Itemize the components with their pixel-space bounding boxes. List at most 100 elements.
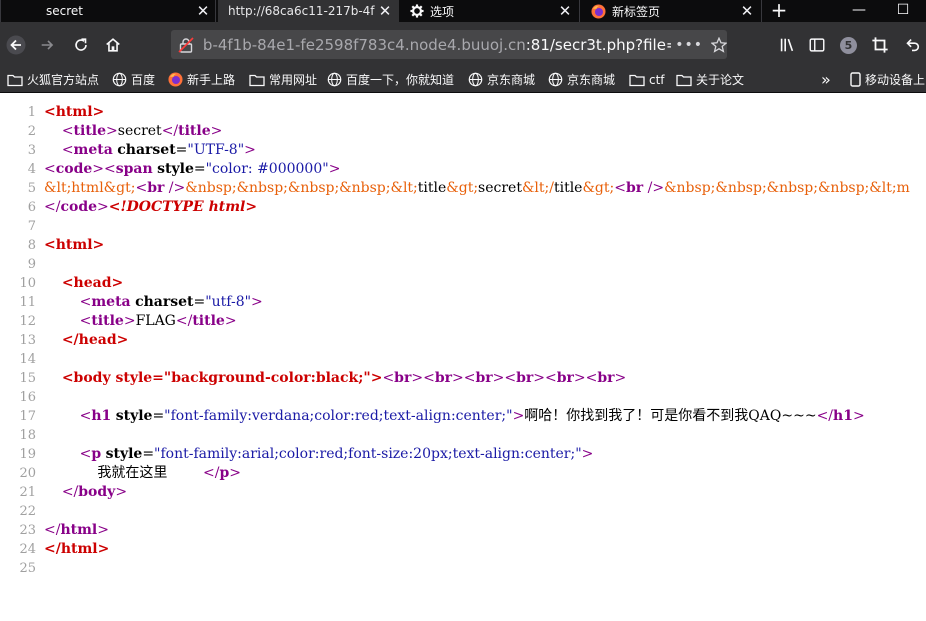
sidebar-button[interactable] [806,34,828,56]
source-line: 2 <title>secret</title> [0,122,223,141]
library-button[interactable] [776,34,798,56]
forward-arrow-icon [41,40,54,50]
source-line: 17 <h1 style="font-family:verdana;color:… [0,407,864,426]
bookmark-item[interactable]: 京东商城 [548,67,615,92]
line-number: 10 [19,276,36,291]
bookmark-item[interactable]: 常用网址 [249,67,317,92]
source-line: 18 [0,426,44,445]
line-number: 17 [19,409,36,424]
source-line: 20 我就在这里 </p> [0,464,241,483]
library-icon [780,38,794,52]
bookmarks-overflow-button[interactable]: » [821,67,831,92]
crop-screenshot-button[interactable] [869,34,891,56]
bookmarks-bar: 火狐官方站点 百度 新手上路 常用网址 百度一下，你就知道 京东商城 京东商城 ctf 关于论文… [0,67,926,93]
line-number: 5 [27,181,36,196]
page-actions-menu-icon[interactable]: ••• [675,37,703,53]
source-line: 5 &lt;html&gt;<br />&nbsp;&nbsp;&nbsp;&nb… [0,179,910,198]
globe-icon [548,72,563,87]
bookmark-item[interactable]: 新手上路 [168,67,235,92]
insecure-lock-icon[interactable] [175,36,197,53]
bookmark-label: 百度一下，你就知道 [346,73,455,87]
line-number: 15 [19,371,36,386]
line-number: 3 [27,143,36,158]
close-icon[interactable]: ✕ [739,2,755,20]
source-line: 8 <html> [0,236,105,255]
firefox-icon [168,72,183,87]
bookmark-label: 新手上路 [187,73,236,87]
source-line: 19 <p style="font-family:arial;color:red… [0,445,593,464]
home-icon [106,38,120,52]
bookmark-item[interactable]: 火狐官方站点 [7,67,99,92]
bookmark-item[interactable]: 百度一下，你就知道 [327,67,454,92]
folder-icon [7,73,23,87]
bookmark-item[interactable]: 百度 [112,67,155,92]
source-line: 13 </head> [0,331,128,350]
line-number: 4 [27,162,36,177]
line-number: 18 [19,428,36,443]
reload-button[interactable] [70,34,92,56]
bookmark-star-icon[interactable] [711,36,727,53]
tab-options[interactable]: 选项 ✕ [400,0,580,22]
minimize-button[interactable]: — [836,0,882,22]
source-line: 6 </code><!DOCTYPE html> [0,198,257,217]
reload-icon [75,38,87,51]
bookmark-item[interactable]: 京东商城 [468,67,535,92]
back-button[interactable] [5,34,27,56]
bookmark-item[interactable]: 关于论文 [676,67,744,92]
mobile-device-icon [850,72,861,87]
url-bar[interactable]: b-4f1b-84e1-fe2598f783c4.node4.buuoj.cn:… [171,30,727,59]
globe-icon [468,72,483,87]
firefox-icon [591,3,606,19]
bookmark-item[interactable]: ctf [629,67,665,92]
source-line: 15 <body style="background-color:black;"… [0,369,626,388]
line-number: 7 [27,219,36,234]
close-icon[interactable]: ✕ [195,2,211,20]
tab-current[interactable]: http://68ca6c11-217b-4f ✕ [218,0,399,22]
source-line: 21 </body> [0,483,127,502]
tab-title: http://68ca6c11-217b-4f [228,4,375,18]
extension-badge[interactable]: 5 [840,37,857,54]
back-arrow-icon [6,35,26,55]
source-line: 14 [0,350,44,369]
tab-title: secret [46,4,83,18]
source-line: 12 <title>FLAG</title> [0,312,236,331]
line-number: 23 [19,523,36,538]
tab-secret[interactable]: secret ✕ [0,0,216,22]
line-number: 2 [27,124,36,139]
close-icon[interactable]: ✕ [557,2,573,20]
source-line: 24 </html> [0,540,109,559]
folder-icon [249,73,265,87]
source-line: 16 [0,388,44,407]
line-number: 22 [19,504,36,519]
line-number: 12 [19,314,36,329]
source-line: 25 [0,559,44,578]
gear-icon [410,4,424,18]
bookmark-label: ctf [649,72,665,87]
source-line: 11 <meta charset="utf-8"> [0,293,262,312]
crop-icon [872,37,888,53]
line-number: 25 [19,561,36,576]
close-icon[interactable]: ✕ [377,2,393,20]
tab-title: 新标签页 [612,4,661,19]
source-line: 1 <html> [0,103,105,122]
folder-icon [629,73,645,87]
maximize-button[interactable]: ☐ [880,0,926,22]
url-host: b-4f1b-84e1-fe2598f783c4.node4.buuoj.cn [202,35,526,54]
undo-button[interactable] [901,34,923,56]
source-line: 23 </html> [0,521,109,540]
source-line: 22 [0,502,44,521]
line-number: 16 [19,390,36,405]
home-button[interactable] [102,34,124,56]
source-line: 9 [0,255,44,274]
globe-icon [112,72,127,87]
url-text[interactable]: b-4f1b-84e1-fe2598f783c4.node4.buuoj.cn:… [203,36,671,54]
mobile-bookmarks-folder[interactable]: 移动设备上 [850,67,925,92]
source-line: 3 <meta charset="UTF-8"> [0,141,256,160]
bookmark-label: 百度 [131,73,156,87]
forward-button[interactable] [37,34,59,56]
line-number: 8 [27,238,36,253]
tab-new-tab[interactable]: 新标签页 ✕ [581,0,762,22]
new-tab-button[interactable]: + [766,0,792,22]
folder-icon [676,73,692,87]
sidebar-icon [809,38,825,52]
